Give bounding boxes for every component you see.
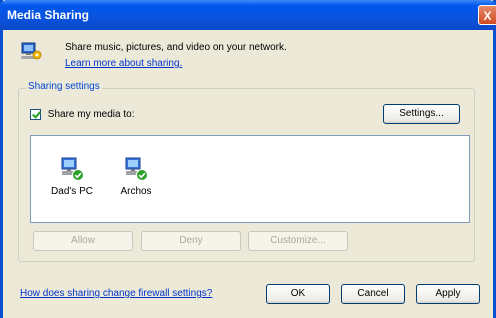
learn-more-link[interactable]: Learn more about sharing. [65, 58, 182, 69]
list-item[interactable]: Dad's PC [47, 156, 97, 197]
device-label: Archos [120, 186, 152, 197]
device-label: Dad's PC [51, 186, 93, 197]
cancel-button[interactable]: Cancel [341, 284, 405, 304]
customize-button[interactable]: Customize... [248, 231, 348, 251]
list-item[interactable]: Archos [111, 156, 161, 197]
sharing-settings-label: Sharing settings [26, 81, 102, 92]
deny-button[interactable]: Deny [141, 231, 241, 251]
media-sharing-icon [21, 42, 42, 60]
intro-text: Share music, pictures, and video on your… [65, 42, 287, 53]
apply-button[interactable]: Apply [416, 284, 480, 304]
allow-button[interactable]: Allow [33, 231, 133, 251]
shared-computer-icon [125, 157, 148, 181]
share-media-checkbox-row[interactable]: Share my media to: [30, 109, 135, 120]
share-media-checkbox[interactable] [30, 109, 41, 120]
close-button[interactable]: X [478, 5, 496, 25]
shared-computer-icon [61, 157, 84, 181]
ok-button[interactable]: OK [266, 284, 330, 304]
window-title: Media Sharing [7, 8, 90, 22]
device-list[interactable]: Dad's PC Archos [30, 135, 470, 223]
settings-button[interactable]: Settings... [383, 104, 460, 124]
firewall-settings-link[interactable]: How does sharing change firewall setting… [20, 288, 212, 299]
share-media-label: Share my media to: [47, 109, 135, 120]
title-bar[interactable]: Media Sharing X [0, 0, 496, 30]
